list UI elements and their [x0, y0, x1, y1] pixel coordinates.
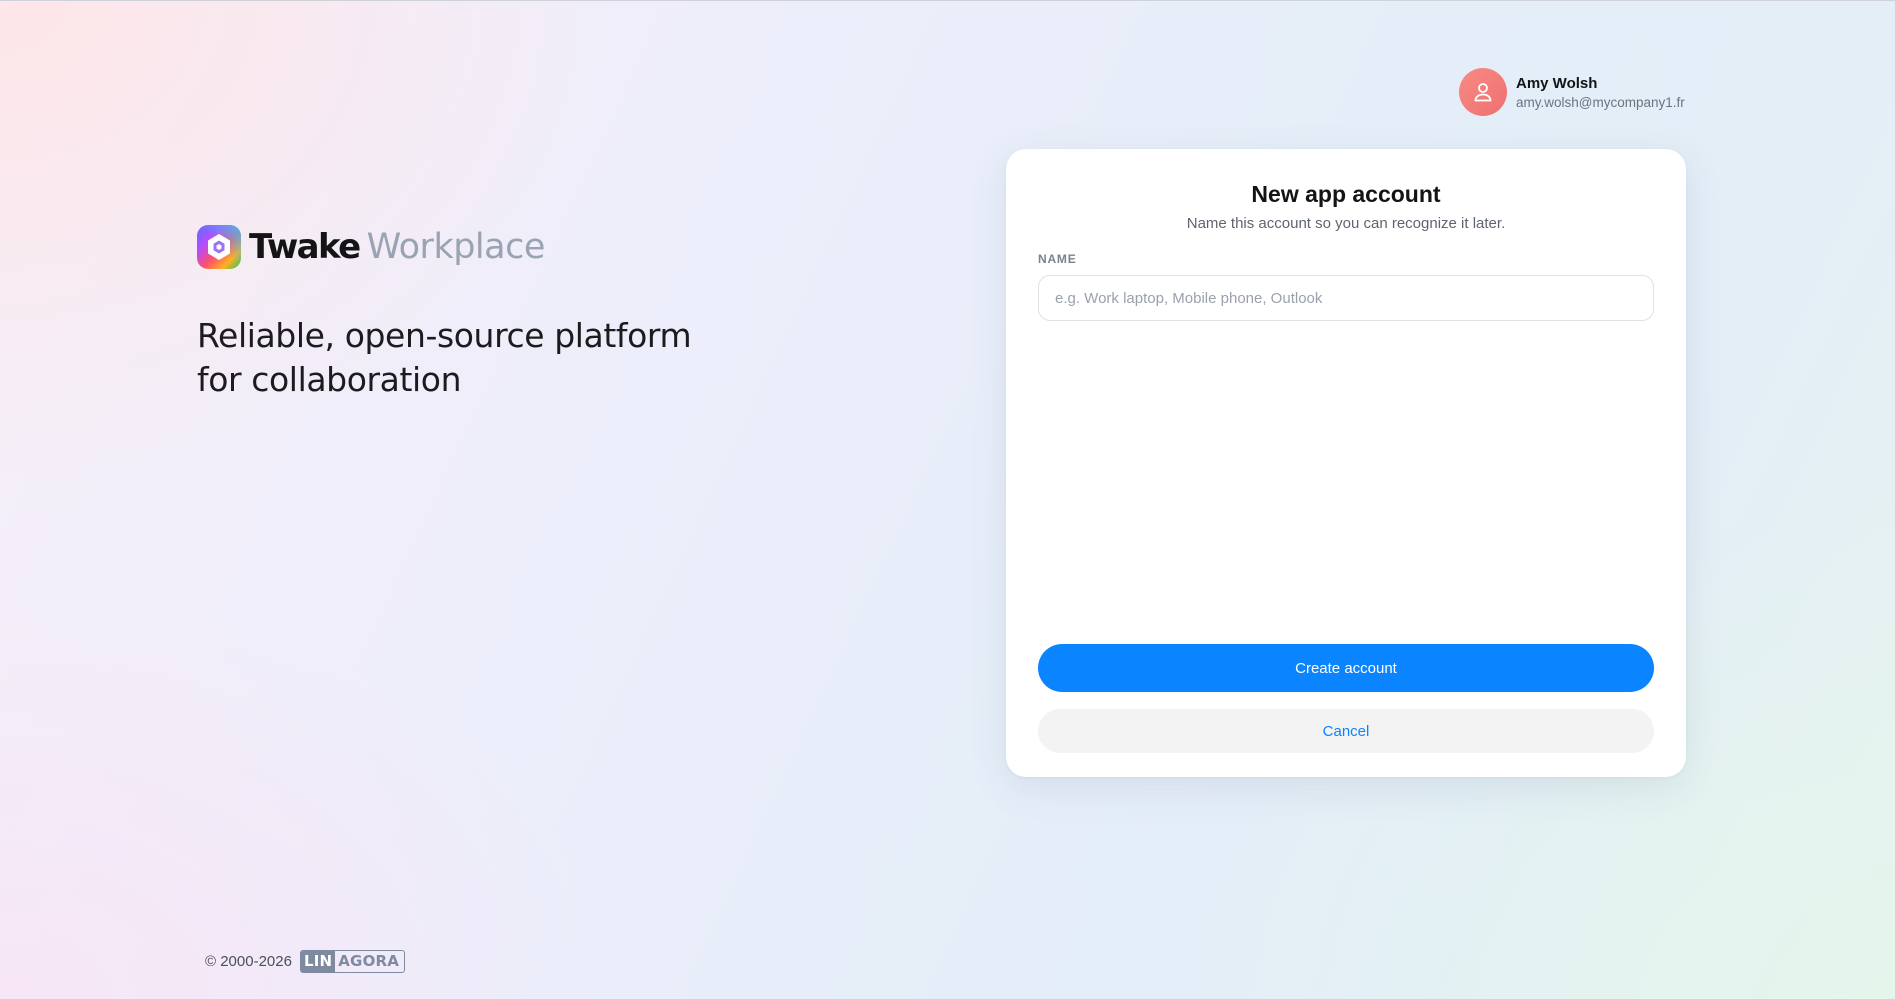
- name-input[interactable]: [1038, 275, 1654, 321]
- linagora-logo-part1: LIN: [300, 950, 336, 972]
- cancel-button[interactable]: Cancel: [1038, 709, 1654, 753]
- user-name: Amy Wolsh: [1516, 74, 1598, 92]
- dialog-title: New app account: [1251, 181, 1441, 207]
- brand-product: Workplace: [366, 227, 546, 267]
- top-border: [0, 0, 1895, 1]
- name-field-label: NAME: [1038, 252, 1077, 266]
- twake-logo-icon: [197, 225, 241, 269]
- tagline-line-2: for collaboration: [197, 360, 462, 399]
- dialog-subtitle: Name this account so you can recognize i…: [1186, 215, 1506, 232]
- footer: © 2000-2026 LIN AGORA: [205, 949, 406, 973]
- avatar[interactable]: [1459, 68, 1507, 116]
- brand-name: Twake: [249, 227, 361, 267]
- user-account-chip[interactable]: Amy Wolsh amy.wolsh@mycompany1.fr: [1459, 68, 1685, 116]
- user-icon: [1474, 83, 1492, 102]
- tagline: Reliable, open-source platform for colla…: [197, 314, 757, 402]
- linagora-logo-part2: AGORA: [338, 952, 400, 970]
- new-app-account-dialog: New app account Name this account so you…: [1006, 149, 1686, 777]
- copyright-text: © 2000-2026: [205, 952, 292, 970]
- linagora-logo: LIN AGORA: [299, 949, 406, 973]
- user-email: amy.wolsh@mycompany1.fr: [1516, 94, 1685, 110]
- user-meta: Amy Wolsh amy.wolsh@mycompany1.fr: [1516, 74, 1685, 111]
- brand-logo-lockup: Twake Workplace: [197, 224, 545, 270]
- create-account-button[interactable]: Create account: [1038, 644, 1654, 692]
- tagline-line-1: Reliable, open-source platform: [197, 316, 692, 355]
